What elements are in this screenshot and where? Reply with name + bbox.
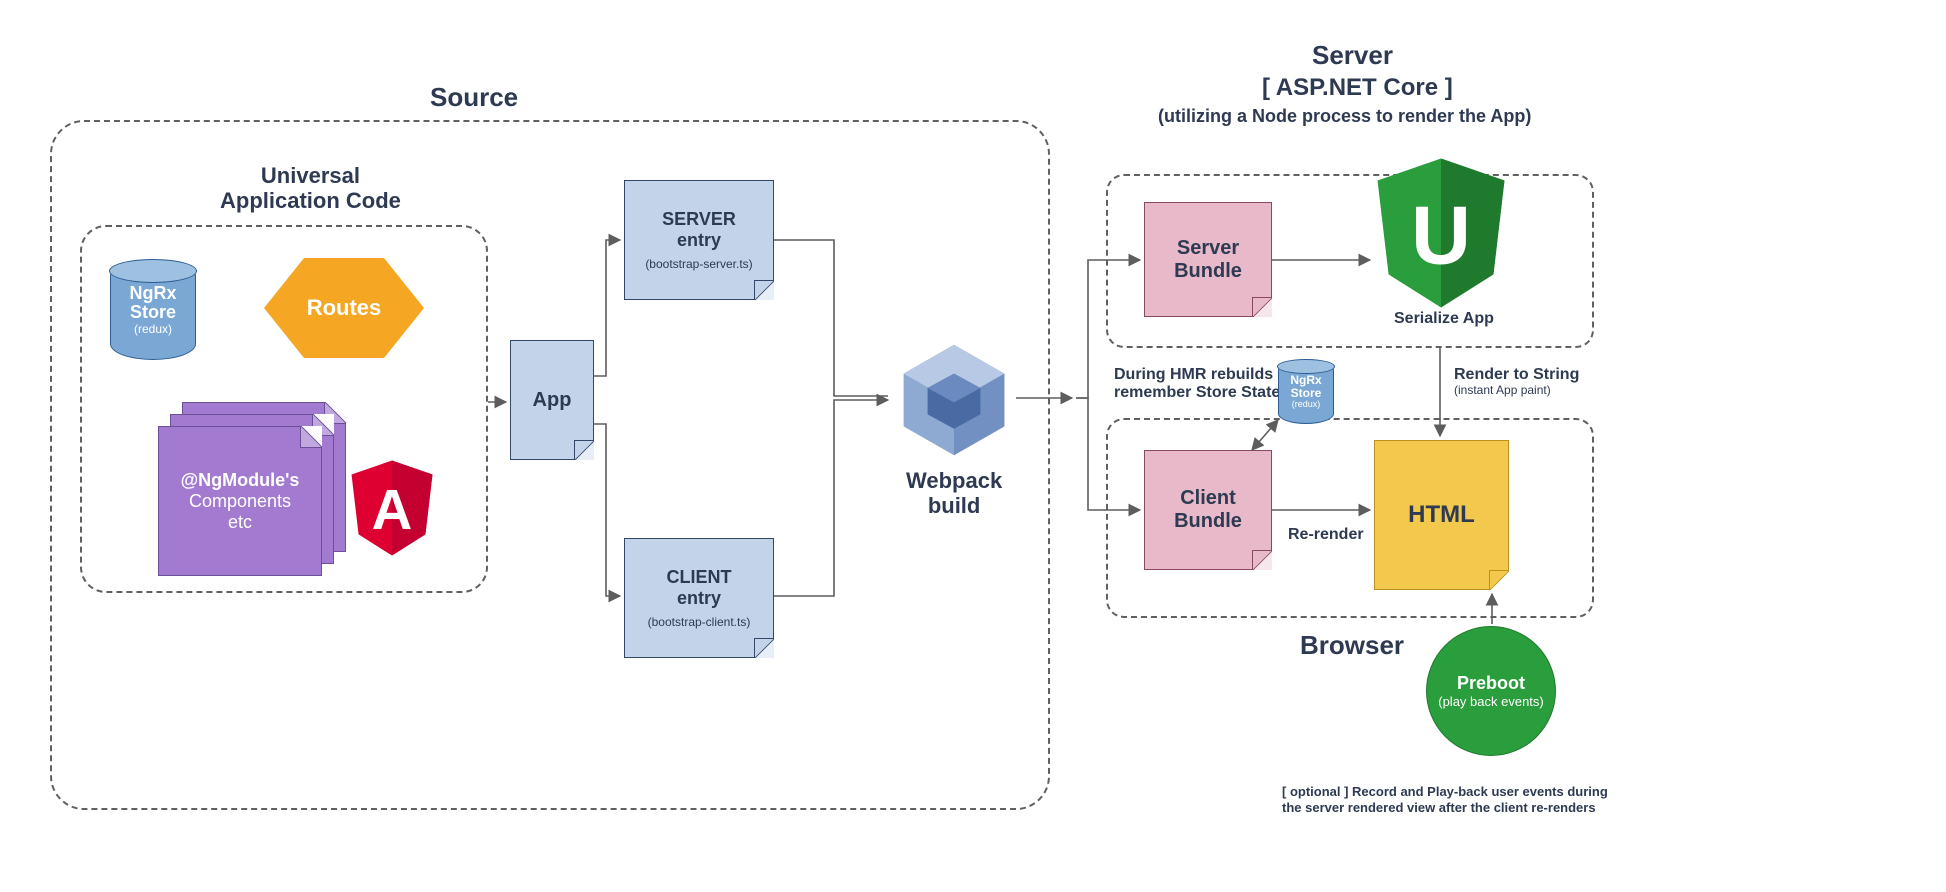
preboot-footnote: [ optional ] Record and Play-back user e… xyxy=(1282,784,1608,817)
client-entry-l1: CLIENT xyxy=(667,567,732,588)
ngrx-l3: (redux) xyxy=(129,323,176,336)
render-l2: (instant App paint) xyxy=(1454,384,1579,397)
server-entry-l2: entry xyxy=(677,230,721,251)
render-l1: Render to String xyxy=(1454,366,1579,384)
html-doc: HTML xyxy=(1374,440,1509,590)
hmr-l1: During HMR rebuilds xyxy=(1114,366,1280,384)
server-entry-file: (bootstrap-server.ts) xyxy=(645,257,752,271)
uac-title-line1: Universal xyxy=(220,163,401,188)
preboot-l2: (play back events) xyxy=(1438,694,1544,709)
angular-icon: A xyxy=(348,460,436,556)
svg-text:A: A xyxy=(372,478,413,541)
webpack-l2: build xyxy=(906,493,1002,518)
server-title: Server xyxy=(1312,40,1393,71)
preboot-l1: Preboot xyxy=(1457,673,1525,694)
ngrx-store-small-icon: NgRx Store (redux) xyxy=(1278,360,1334,424)
client-bundle-l1: Client xyxy=(1180,487,1236,510)
footnote-l1: [ optional ] Record and Play-back user e… xyxy=(1282,784,1608,800)
server-entry-doc: SERVER entry (bootstrap-server.ts) xyxy=(624,180,774,300)
server-subtitle: [ ASP.NET Core ] xyxy=(1262,74,1453,102)
module-l3: etc xyxy=(228,512,252,533)
uac-title: Universal Application Code xyxy=(220,163,401,214)
server-bundle-doc: Server Bundle xyxy=(1144,202,1272,317)
app-label: App xyxy=(533,389,572,412)
browser-title: Browser xyxy=(1300,630,1404,661)
ngrx-small-l3: (redux) xyxy=(1290,400,1321,410)
webpack-l1: Webpack xyxy=(906,468,1002,493)
client-bundle-doc: Client Bundle xyxy=(1144,450,1272,570)
app-doc: App xyxy=(510,340,594,460)
webpack-label: Webpack build xyxy=(906,468,1002,519)
hmr-note: During HMR rebuilds remember Store State xyxy=(1114,366,1280,403)
serialize-label: Serialize App xyxy=(1394,310,1494,328)
server-note: (utilizing a Node process to render the … xyxy=(1158,106,1531,127)
client-bundle-l2: Bundle xyxy=(1174,510,1242,533)
ngrx-l1: NgRx xyxy=(129,284,176,304)
client-entry-file: (bootstrap-client.ts) xyxy=(648,615,751,629)
ngrx-l2: Store xyxy=(129,303,176,323)
ngrx-store-icon: NgRx Store (redux) xyxy=(110,260,196,360)
svg-text:U: U xyxy=(1411,188,1471,281)
server-bundle-l1: Server xyxy=(1177,237,1239,260)
source-title: Source xyxy=(430,82,518,113)
client-entry-l2: entry xyxy=(677,588,721,609)
html-label: HTML xyxy=(1408,501,1475,529)
module-l2: Components xyxy=(189,491,291,512)
webpack-icon xyxy=(894,340,1014,460)
footnote-l2: the server rendered view after the clien… xyxy=(1282,800,1608,816)
client-entry-doc: CLIENT entry (bootstrap-client.ts) xyxy=(624,538,774,658)
preboot-circle: Preboot (play back events) xyxy=(1426,626,1556,756)
uac-title-line2: Application Code xyxy=(220,188,401,213)
routes-label: Routes xyxy=(307,295,382,321)
server-bundle-l2: Bundle xyxy=(1174,260,1242,283)
server-entry-l1: SERVER xyxy=(662,209,736,230)
module-l1: @NgModule's xyxy=(181,470,300,491)
hmr-l2: remember Store State xyxy=(1114,384,1280,402)
universal-icon: U xyxy=(1372,158,1510,308)
render-label: Render to String (instant App paint) xyxy=(1454,366,1579,397)
rerender-label: Re-render xyxy=(1288,526,1364,544)
